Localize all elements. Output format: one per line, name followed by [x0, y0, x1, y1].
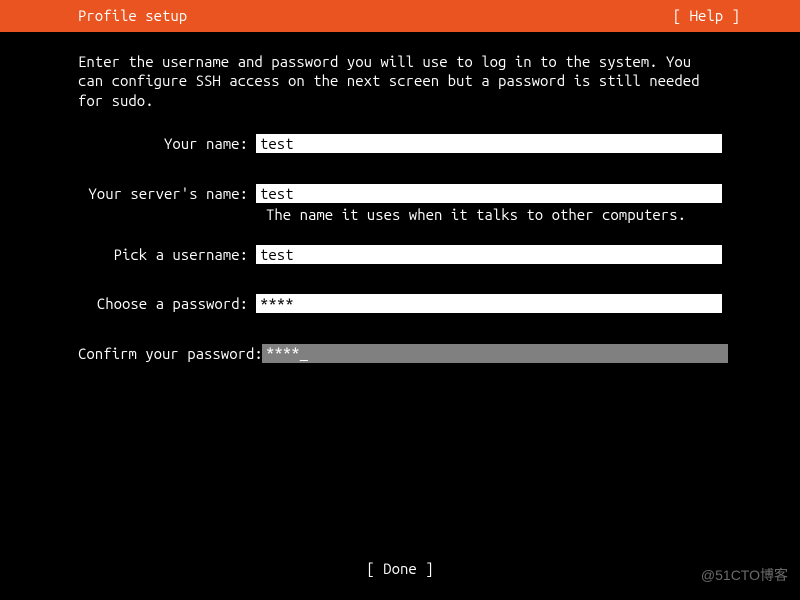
row-your-name: Your name: — [78, 134, 722, 154]
input-your-name[interactable] — [256, 134, 722, 153]
input-password[interactable] — [256, 294, 722, 313]
hint-row-server: The name it uses when it talks to other … — [78, 205, 722, 225]
row-confirm-password: Confirm your password: **** — [78, 344, 722, 364]
label-username: Pick a username: — [78, 245, 256, 265]
input-username[interactable] — [256, 245, 722, 264]
intro-text: Enter the username and password you will… — [78, 52, 722, 111]
footer: [ Done ] — [0, 559, 800, 579]
help-button[interactable]: [ Help ] — [673, 6, 800, 26]
hint-server-name: The name it uses when it talks to other … — [262, 205, 686, 225]
main-content: Enter the username and password you will… — [0, 32, 800, 364]
row-server-name: Your server's name: — [78, 184, 722, 204]
input-server-name[interactable] — [256, 184, 722, 203]
row-username: Pick a username: — [78, 245, 722, 265]
row-password: Choose a password: — [78, 294, 722, 314]
done-button[interactable]: [ Done ] — [366, 560, 433, 577]
label-password: Choose a password: — [78, 294, 256, 314]
watermark: @51CTO博客 — [701, 566, 788, 584]
label-confirm-password: Confirm your password: — [78, 344, 262, 364]
label-your-name: Your name: — [78, 134, 256, 154]
title-bar: Profile setup [ Help ] — [0, 0, 800, 32]
label-server-name: Your server's name: — [78, 184, 256, 204]
confirm-password-value: **** — [266, 343, 300, 363]
input-confirm-password[interactable]: **** — [262, 344, 728, 363]
page-title: Profile setup — [0, 6, 187, 26]
